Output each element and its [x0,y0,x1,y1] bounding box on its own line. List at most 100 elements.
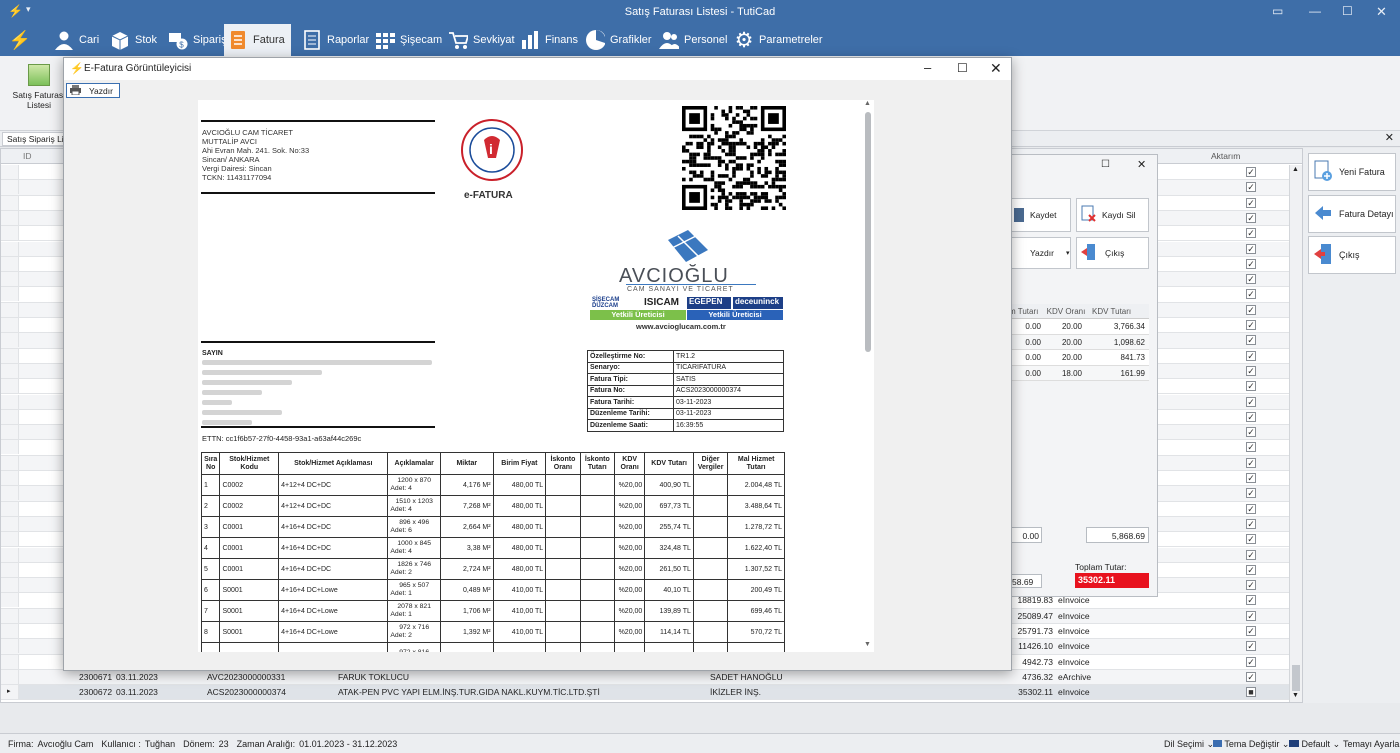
aktarim-checkbox[interactable]: ✓ [1246,626,1256,636]
column-header-id[interactable]: ID [23,151,32,161]
toplam-tutar-field[interactable]: 35302.11 [1075,573,1149,588]
row-indicator[interactable] [1,210,19,225]
scroll-down-icon[interactable]: ▼ [864,641,871,648]
table-row[interactable]: 2300671 03.11.2023 AVC2023000000331 FARUK T… [1,669,1302,686]
row-indicator[interactable] [1,471,19,485]
row-indicator[interactable] [1,624,19,638]
aktarim-checkbox[interactable]: ✓ [1246,580,1256,591]
aktarim-checkbox[interactable]: ✓ [1246,167,1256,177]
dil-secimi-dropdown[interactable]: Dil Seçimi ⌄ [1164,739,1214,750]
subtotal-field[interactable]: 58.69 [1009,574,1042,588]
table-row[interactable]: 0.00 20.00 3,766.34 [1009,319,1149,335]
close-icon[interactable]: ✕ [1137,158,1146,171]
row-indicator[interactable] [1,287,19,302]
aktarim-checkbox[interactable]: ✓ [1246,534,1256,545]
yeni-fatura-button[interactable]: Yeni Fatura [1308,153,1396,191]
table-row[interactable]: 0.00 18.00 161.99 [1009,365,1149,381]
print-button[interactable]: Yazdır [66,83,120,98]
scrollbar-thumb[interactable] [865,112,871,352]
aktarim-checkbox[interactable]: ✓ [1246,396,1256,407]
aktarim-checkbox[interactable]: ✓ [1246,564,1256,575]
row-indicator[interactable] [1,394,19,409]
kaydi-sil-button[interactable]: Kaydı Sil [1076,198,1149,232]
aktarim-checkbox[interactable]: ✓ [1246,381,1256,392]
menu-item-sisecam[interactable]: Şişecam [371,24,446,56]
menu-item-fatura[interactable]: Fatura [224,24,291,56]
menu-item-parametreler[interactable]: ⚙ Parametreler [730,24,827,56]
chevron-down-icon[interactable]: ▾ [1066,249,1070,257]
kaydet-button[interactable]: Kaydet [1009,198,1071,232]
aktarim-checkbox[interactable]: ✓ [1246,258,1256,269]
close-icon[interactable]: ✕ [1376,4,1387,20]
menu-item-personel[interactable]: Personel [655,24,731,56]
row-indicator[interactable] [1,486,19,501]
maximize-icon[interactable]: ☐ [957,61,968,75]
aktarim-checkbox[interactable]: ✓ [1246,411,1256,422]
minimize-icon[interactable]: – [924,60,931,75]
aktarim-checkbox[interactable]: ✓ [1246,197,1256,208]
menu-item-raporlar[interactable]: Raporlar [298,24,373,56]
aktarim-checkbox[interactable]: ✓ [1246,671,1256,682]
row-indicator[interactable] [1,547,19,562]
home-button[interactable]: ⚡ [6,24,34,56]
aktarim-checkbox[interactable]: ✓ [1246,518,1256,529]
aktarim-checkbox[interactable]: ✓ [1246,243,1256,254]
menu-item-stok[interactable]: Stok [106,24,161,56]
row-indicator[interactable] [1,318,19,332]
close-tab-icon[interactable]: ✕ [1385,131,1394,144]
aktarim-checkbox[interactable]: ✓ [1246,473,1256,483]
menu-item-cari[interactable]: Cari [50,24,103,56]
row-indicator[interactable] [1,333,19,348]
row-indicator[interactable] [1,669,19,684]
row-indicator[interactable] [1,578,19,593]
close-icon[interactable]: ✕ [990,60,1002,77]
sum-left-field[interactable]: 0.00 [1009,527,1042,543]
row-indicator[interactable] [1,501,19,516]
aktarim-checkbox[interactable]: ✓ [1246,304,1256,315]
satis-faturasi-listesi-button[interactable]: Satış Faturası Listesi [10,62,68,122]
aktarim-checkbox[interactable]: ✓ [1246,335,1256,346]
row-indicator[interactable] [1,608,19,623]
table-row[interactable]: 0.00 20.00 841.73 [1009,350,1149,366]
menu-item-siparis[interactable]: $ Sipariş [164,24,231,56]
aktarim-checkbox[interactable]: ✓ [1246,641,1256,652]
aktarim-checkbox[interactable]: ✓ [1246,212,1256,223]
cikis-button[interactable]: Çıkış [1076,237,1149,269]
row-indicator[interactable] [1,226,19,241]
column-header-aktarim[interactable]: Aktarım [1211,151,1240,161]
scrollbar-thumb[interactable] [1292,665,1300,691]
maximize-icon[interactable]: ☐ [1342,4,1353,18]
table-row[interactable]: 0.00 20.00 1,098.62 [1009,334,1149,350]
aktarim-checkbox[interactable]: ✓ [1246,595,1256,606]
row-indicator[interactable] [1,440,19,455]
aktarim-checkbox[interactable]: ✓ [1246,457,1256,468]
fatura-detayi-button[interactable]: Fatura Detayı [1308,195,1396,233]
sum-kdv-field[interactable]: 5,868.69 [1086,527,1149,543]
table-row[interactable]: ▸ 2300672 03.11.2023 ACS2023000000374 ATAK-P… [1,685,1302,701]
row-indicator[interactable] [1,409,19,424]
scroll-down-icon[interactable]: ▼ [1292,692,1299,699]
aktarim-checkbox[interactable]: ✓ [1246,274,1256,285]
aktarim-checkbox[interactable]: ✓ [1246,656,1256,667]
tema-ayarla-button[interactable]: Temayı Ayarla [1343,739,1399,749]
aktarim-checkbox[interactable]: ✓ [1246,350,1256,361]
cikis-button[interactable]: Çıkış [1308,236,1396,274]
aktarim-checkbox[interactable]: ■ [1246,687,1256,698]
row-indicator[interactable] [1,532,19,547]
row-indicator[interactable] [1,165,19,179]
row-indicator[interactable] [1,363,19,378]
maximize-icon[interactable]: ☐ [1101,159,1110,170]
restore-down-icon[interactable]: ▭ [1272,4,1283,18]
aktarim-checkbox[interactable]: ✓ [1246,488,1256,499]
document-scrollbar[interactable]: ▲ ▼ [862,100,874,652]
aktarim-checkbox[interactable]: ✓ [1246,503,1256,514]
minimize-icon[interactable]: — [1309,4,1321,18]
aktarim-checkbox[interactable]: ✓ [1246,320,1256,330]
row-indicator[interactable] [1,593,19,608]
row-indicator[interactable] [1,195,19,210]
row-indicator[interactable] [1,272,19,287]
menu-item-sevkiyat[interactable]: Sevkiyat [444,24,519,56]
row-indicator[interactable] [1,562,19,577]
aktarim-checkbox[interactable]: ✓ [1246,610,1256,621]
yazdir-button[interactable]: Yazdır ▾ [1009,237,1071,269]
